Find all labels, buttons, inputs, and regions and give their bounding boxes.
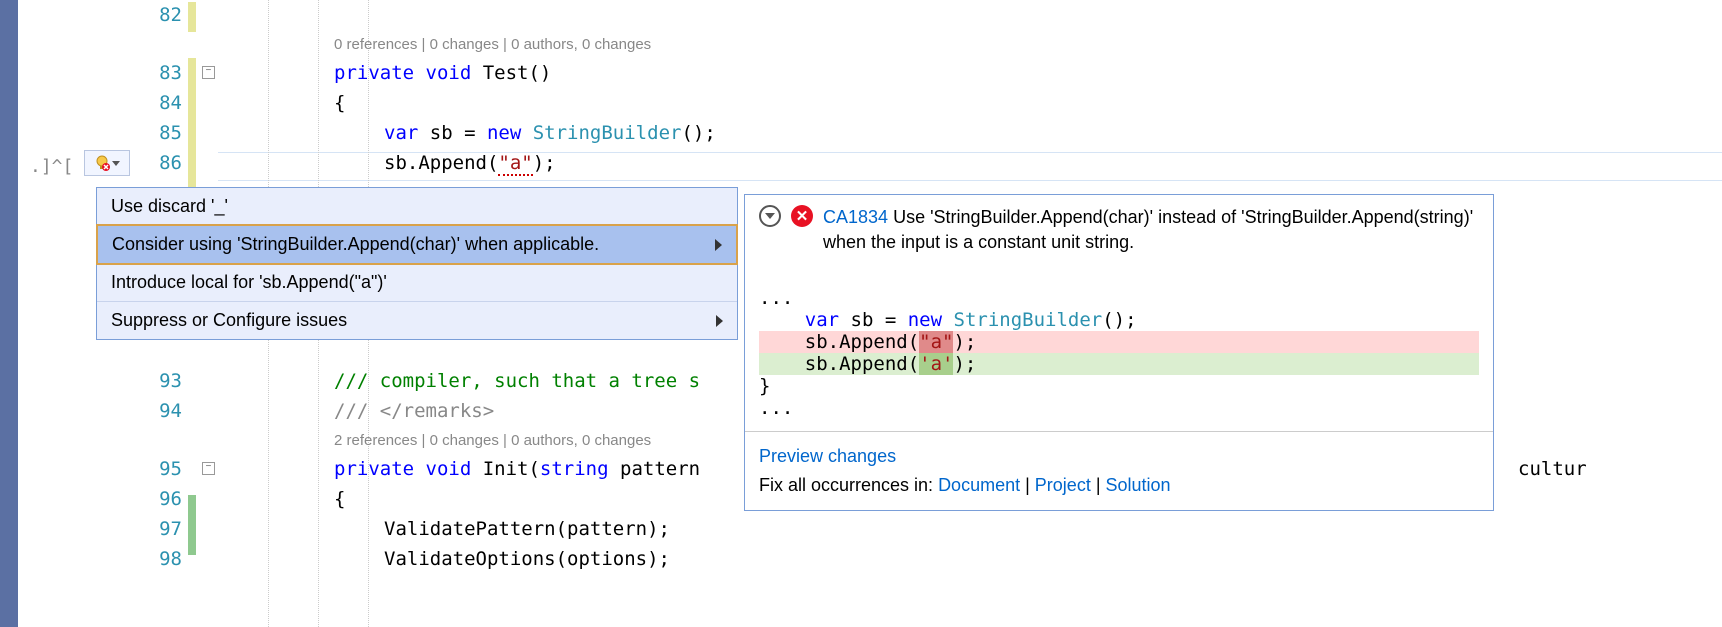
xml-tag: </remarks> xyxy=(380,400,494,422)
fold-toggle[interactable]: − xyxy=(202,462,215,475)
punct: ); xyxy=(953,331,976,353)
code: sb.Append( xyxy=(759,331,919,353)
change-marker xyxy=(188,58,196,188)
keyword: private xyxy=(334,458,414,480)
identifier: Init( xyxy=(471,458,540,480)
quick-action-label: Introduce local for 'sb.Append("a")' xyxy=(111,272,387,293)
fix-project-link[interactable]: Project xyxy=(1035,475,1091,495)
fix-preview-panel: ✕ CA1834 Use 'StringBuilder.Append(char)… xyxy=(744,194,1494,511)
quick-actions-lightbulb[interactable] xyxy=(84,150,130,176)
code-editor[interactable]: .]^[ 82 83 84 85 86 93 94 95 96 97 98 − … xyxy=(18,0,1722,627)
line-number: 93 xyxy=(159,370,182,392)
statement: ValidateOptions(options); xyxy=(384,548,670,570)
chevron-right-icon xyxy=(716,315,723,327)
preview-changes-link[interactable]: Preview changes xyxy=(759,446,896,466)
quick-action-use-discard[interactable]: Use discard '_' xyxy=(97,188,737,225)
fold-toggle[interactable]: − xyxy=(202,66,215,79)
rule-id-link[interactable]: CA1834 xyxy=(823,207,888,227)
diagnostic-text: Use 'StringBuilder.Append(char)' instead… xyxy=(823,207,1473,252)
bracket-match-hint: .]^[ xyxy=(30,156,73,177)
collapse-toggle[interactable] xyxy=(759,205,781,227)
preview-header: ✕ CA1834 Use 'StringBuilder.Append(char)… xyxy=(745,195,1493,261)
line-number: 98 xyxy=(159,548,182,570)
brace: { xyxy=(334,488,345,510)
keyword: void xyxy=(414,62,471,84)
line-number: 85 xyxy=(159,122,182,144)
identifier: cultur xyxy=(1518,458,1587,480)
identifier: Test() xyxy=(471,62,551,84)
preview-footer: Preview changes Fix all occurrences in: … xyxy=(745,432,1493,510)
quick-actions-menu: Use discard '_' Consider using 'StringBu… xyxy=(96,187,738,340)
change-marker xyxy=(188,2,196,32)
change-marker xyxy=(188,495,196,555)
code: sb.Append( xyxy=(759,353,919,375)
punct: (); xyxy=(1102,309,1136,331)
line-number: 83 xyxy=(159,62,182,84)
code-line[interactable]: cultur xyxy=(1518,458,1722,488)
punct: (); xyxy=(681,122,715,144)
diff-removed-line: sb.Append("a"); xyxy=(759,331,1479,353)
keyword: var xyxy=(384,122,418,144)
identifier: sb = xyxy=(418,122,487,144)
line-number: 82 xyxy=(159,4,182,26)
identifier: sb.Append( xyxy=(384,152,498,174)
chevron-down-icon xyxy=(112,161,120,166)
keyword: private xyxy=(334,62,414,84)
line-number: 84 xyxy=(159,92,182,114)
keyword: new xyxy=(908,309,942,331)
lightbulb-icon xyxy=(94,155,110,171)
punct: ); xyxy=(953,353,976,375)
quick-action-introduce-local[interactable]: Introduce local for 'sb.Append("a")' xyxy=(97,264,737,301)
line-number: 94 xyxy=(159,400,182,422)
left-margin xyxy=(0,0,18,627)
chevron-right-icon xyxy=(715,239,722,251)
type: StringBuilder xyxy=(521,122,681,144)
code-line[interactable]: sb.Append("a"); xyxy=(384,152,1722,182)
diff-preview: ... var sb = new StringBuilder(); sb.App… xyxy=(745,261,1493,432)
code-line[interactable]: ValidateOptions(options); xyxy=(384,548,1722,578)
keyword: var xyxy=(805,309,839,331)
line-number: 96 xyxy=(159,488,182,510)
fix-all-label: Fix all occurrences in: xyxy=(759,475,938,495)
quick-action-suppress-configure[interactable]: Suppress or Configure issues xyxy=(97,301,737,339)
quick-action-label: Use discard '_' xyxy=(111,196,228,217)
separator: | xyxy=(1091,475,1106,495)
ellipsis: ... xyxy=(759,287,793,309)
punct: ); xyxy=(533,152,556,174)
type: StringBuilder xyxy=(942,309,1102,331)
keyword: void xyxy=(414,458,471,480)
char-literal: 'a' xyxy=(919,353,953,375)
fix-all-row: Fix all occurrences in: Document | Proje… xyxy=(759,471,1479,500)
quick-action-label: Consider using 'StringBuilder.Append(cha… xyxy=(112,234,599,255)
error-icon: ✕ xyxy=(791,205,813,227)
line-number: 95 xyxy=(159,458,182,480)
keyword: string xyxy=(540,458,609,480)
fix-document-link[interactable]: Document xyxy=(938,475,1020,495)
diff-context: var sb = new StringBuilder(); xyxy=(759,309,1137,331)
identifier: pattern xyxy=(609,458,701,480)
fix-solution-link[interactable]: Solution xyxy=(1106,475,1171,495)
diff-added-line: sb.Append('a'); xyxy=(759,353,1479,375)
code-line[interactable]: ValidatePattern(pattern); xyxy=(384,518,1722,548)
brace: } xyxy=(759,375,770,397)
code-line[interactable]: var sb = new StringBuilder(); xyxy=(384,122,1722,152)
line-number: 97 xyxy=(159,518,182,540)
quick-action-append-char[interactable]: Consider using 'StringBuilder.Append(cha… xyxy=(96,224,738,265)
identifier: sb = xyxy=(839,309,908,331)
brace: { xyxy=(334,92,345,114)
separator: | xyxy=(1020,475,1035,495)
comment-slashes: /// xyxy=(334,400,380,422)
comment: /// compiler, such that a tree s xyxy=(334,370,700,392)
quick-action-label: Suppress or Configure issues xyxy=(111,310,347,331)
statement: ValidatePattern(pattern); xyxy=(384,518,670,540)
string-literal: "a" xyxy=(498,152,532,176)
ellipsis: ... xyxy=(759,397,793,419)
line-number: 86 xyxy=(159,152,182,174)
code-line[interactable]: { xyxy=(334,92,1722,122)
string-literal: "a" xyxy=(919,331,953,353)
code-line[interactable]: private void Test() xyxy=(334,62,1722,92)
diagnostic-message: CA1834 Use 'StringBuilder.Append(char)' … xyxy=(823,205,1479,255)
keyword: new xyxy=(487,122,521,144)
